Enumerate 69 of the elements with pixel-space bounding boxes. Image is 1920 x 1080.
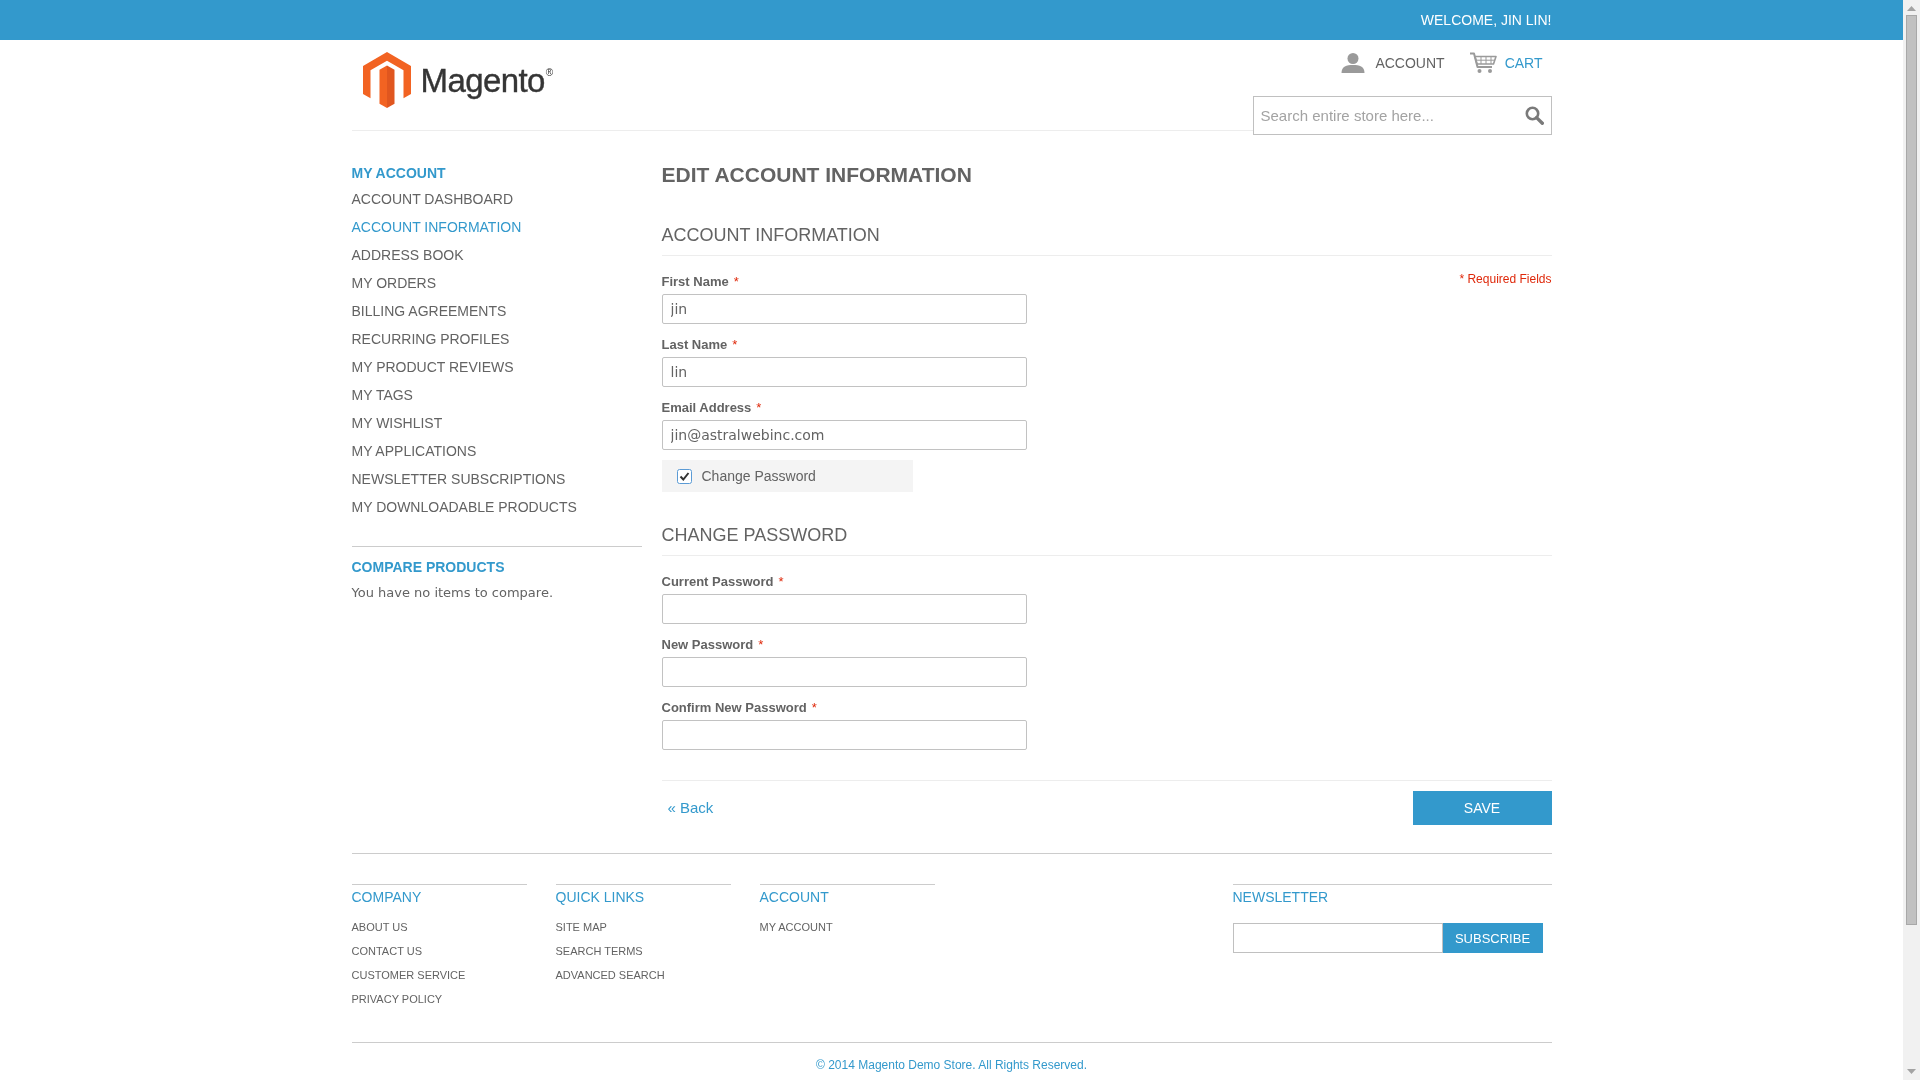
search-icon[interactable]: [1524, 106, 1544, 125]
scrollbar-thumb[interactable]: [1906, 15, 1917, 925]
text-field[interactable]: [661, 720, 1027, 750]
back-link[interactable]: « Back: [667, 799, 714, 817]
sidebar-link[interactable]: ACCOUNT INFORMATION: [351, 213, 522, 241]
field-label: New Password: [661, 637, 754, 653]
sidebar-link[interactable]: ACCOUNT DASHBOARD: [351, 185, 514, 213]
footer-link[interactable]: ABOUT US: [351, 915, 408, 939]
compare-message: You have no items to compare.: [351, 584, 555, 602]
sidebar-link[interactable]: MY PRODUCT REVIEWS: [351, 353, 514, 381]
logo-text[interactable]: Magento$^{®}$: [420, 53, 554, 101]
field-label: Confirm New Password: [661, 700, 807, 716]
save-button[interactable]: SAVE: [1412, 791, 1552, 825]
sidebar-link[interactable]: BILLING AGREEMENTS: [351, 297, 507, 325]
newsletter-email-field[interactable]: [1232, 923, 1443, 953]
person-icon[interactable]: [1341, 53, 1366, 73]
sidebar-link[interactable]: ADDRESS BOOK: [351, 241, 464, 269]
text-field[interactable]: [661, 594, 1027, 624]
section-heading: CHANGE PASSWORD: [661, 524, 1552, 556]
footer-link[interactable]: MY ACCOUNT: [759, 915, 833, 939]
sidebar-link[interactable]: RECURRING PROFILES: [351, 325, 510, 353]
footer-link[interactable]: PRIVACY POLICY: [351, 987, 443, 1011]
field-label: Email Address: [661, 400, 752, 416]
sidebar-link[interactable]: MY TAGS: [351, 381, 413, 409]
required-mark: *: [733, 274, 739, 290]
text-field[interactable]: [661, 657, 1027, 687]
welcome-text: WELCOME, JIN LIN!: [1420, 11, 1552, 29]
sidebar-link[interactable]: MY ORDERS: [351, 269, 437, 297]
section-heading: ACCOUNT INFORMATION: [661, 224, 1552, 256]
sidebar-heading: MY ACCOUNT: [351, 164, 447, 182]
up-arrow-icon[interactable]: [1907, 6, 1916, 11]
account-link[interactable]: ACCOUNT: [1341, 52, 1445, 74]
footer-link[interactable]: CUSTOMER SERVICE: [351, 963, 466, 987]
field-label: Current Password: [661, 574, 774, 590]
down-arrow-icon[interactable]: [1907, 1069, 1916, 1074]
footer-heading: COMPANY: [351, 888, 423, 906]
required-mark: *: [756, 400, 762, 416]
text-field[interactable]: lin: [661, 357, 1027, 387]
footer-link[interactable]: CONTACT US: [351, 939, 422, 963]
footer-heading: ACCOUNT: [759, 888, 830, 906]
field-label: First Name: [661, 274, 729, 290]
cart-icon[interactable]: [1468, 52, 1497, 74]
required-fields-note: * Required Fields: [1459, 271, 1552, 287]
footer-link[interactable]: SITE MAP: [555, 915, 607, 939]
footer-heading: NEWSLETTER: [1232, 888, 1330, 906]
scrollbar-track[interactable]: [1903, 0, 1920, 1080]
required-mark: *: [811, 700, 817, 716]
compare-heading: COMPARE PRODUCTS: [351, 558, 506, 576]
footer-link[interactable]: SEARCH TERMS: [555, 939, 643, 963]
footer-link[interactable]: ADVANCED SEARCH: [555, 963, 665, 987]
logo-icon: [362, 52, 411, 108]
sidebar-link[interactable]: MY DOWNLOADABLE PRODUCTS: [351, 493, 577, 521]
page-title: EDIT ACCOUNT INFORMATION: [661, 162, 973, 188]
text-field[interactable]: jin: [661, 294, 1027, 324]
required-mark: *: [732, 337, 738, 353]
sidebar-link[interactable]: MY WISHLIST: [351, 409, 443, 437]
field-label: Last Name: [661, 337, 728, 353]
sidebar-link[interactable]: MY APPLICATIONS: [351, 437, 477, 465]
sidebar-link[interactable]: NEWSLETTER SUBSCRIPTIONS: [351, 465, 566, 493]
required-mark: *: [778, 574, 784, 590]
copyright-text: © 2014 Magento Demo Store. All Rights Reserved.: [816, 1057, 1087, 1073]
checkbox-label[interactable]: Change Password: [701, 467, 816, 485]
checkbox[interactable]: [676, 468, 692, 484]
text-field[interactable]: jin@astralwebinc.com: [661, 420, 1027, 450]
required-mark: *: [758, 637, 764, 653]
footer-heading: QUICK LINKS: [555, 888, 646, 906]
search-field[interactable]: Search entire store here...: [1252, 96, 1552, 135]
cart-link[interactable]: CART: [1468, 52, 1543, 74]
subscribe-button[interactable]: SUBSCRIBE: [1442, 923, 1543, 953]
